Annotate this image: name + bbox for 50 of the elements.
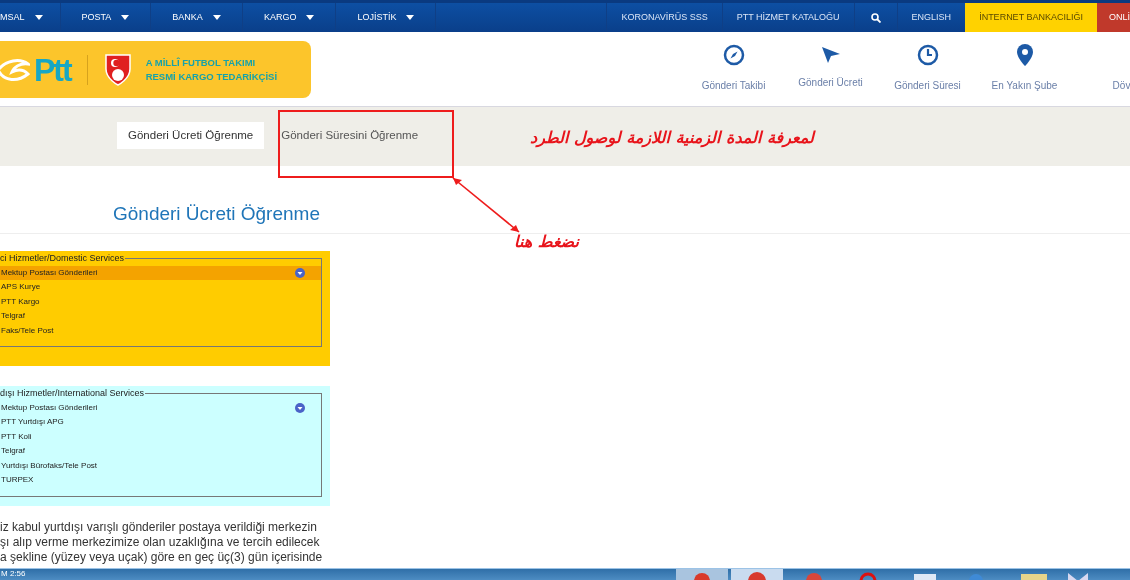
caret-icon — [121, 15, 130, 20]
service-option[interactable]: Telgraf — [0, 444, 321, 459]
service-option[interactable]: APS Kurye — [0, 280, 321, 295]
page-heading: Gönderi Ücreti Öğrenme — [113, 202, 321, 226]
shield-icon — [103, 52, 132, 87]
nav-menu[interactable]: MSAL — [0, 3, 61, 32]
clock-icon — [916, 44, 939, 66]
panel-legend: dışı Hizmetler/International Services — [0, 387, 146, 401]
service-option[interactable]: TURPEX — [0, 473, 321, 488]
caret-icon — [34, 15, 43, 20]
compass-icon — [722, 44, 745, 66]
service-option[interactable]: PTT Kargo — [0, 294, 321, 309]
map-pin-icon — [1016, 44, 1033, 66]
quick-link[interactable]: Gönderi Takibi — [685, 44, 782, 93]
ptt-logo: Ptt — [34, 50, 71, 90]
send-icon — [821, 47, 840, 63]
nav-link[interactable]: İNTERNET BANKACILIĞI — [965, 3, 1097, 32]
tab[interactable]: Gönderi Süresini Öğrenme — [270, 122, 430, 149]
caret-icon — [212, 15, 221, 20]
nav-link[interactable]: KORONAVİRÜS SSS — [606, 3, 722, 32]
service-option[interactable]: Yurtdışı Bürofaks/Tele Post — [0, 458, 321, 473]
nav-menu[interactable]: POSTA — [60, 3, 152, 32]
service-option[interactable]: PTT Yurtdışı APG — [0, 415, 321, 430]
search-icon — [870, 12, 881, 23]
dropdown-icon — [295, 267, 305, 278]
logo-tagline: RESMİ KARGO TEDARİKÇİSİ — [145, 69, 278, 84]
service-option[interactable]: PTT Koli — [0, 429, 321, 444]
annotation-text: لمعرفة المدة الزمنية اللازمة لوصول الطرد — [530, 127, 814, 150]
tab[interactable]: Gönderi Ücreti Öğrenme — [117, 122, 265, 149]
dropdown-icon — [295, 402, 305, 413]
service-option[interactable]: Mektup Postası Gönderileri — [0, 265, 321, 280]
taskbar-clock: M 2:56 — [1, 569, 26, 579]
logo-tagline: A MİLLÎ FUTBOL TAKIMI — [145, 55, 257, 70]
panel-legend: ci Hizmetler/Domestic Services — [0, 252, 126, 266]
nav-menu[interactable]: LOJİSTİK — [336, 3, 437, 32]
nav-link[interactable]: ONLİ — [1097, 3, 1130, 32]
nav-link[interactable]: PTT HİZMET KATALOĞU — [721, 3, 854, 32]
nav-menu[interactable]: KARGO — [242, 3, 337, 32]
quick-link[interactable]: Gönderi Ücreti — [782, 47, 879, 90]
service-option[interactable]: Telgraf — [0, 309, 321, 324]
info-paragraph: iz kabul yurtdışı varışlı gönderiler postaya verildiği merkezin şı alıp verme merkezimize olan uzaklığına ve tercih edilecek a şekline (yüzey veya uçak) göre en geç üç(3) gün içerisinde — [0, 520, 320, 565]
caret-icon — [306, 15, 315, 20]
quick-link[interactable]: Gönderi Süresi — [879, 44, 976, 93]
service-option[interactable]: Mektup Postası Gönderileri — [0, 400, 321, 415]
nav-menu[interactable]: BANKA — [151, 3, 243, 32]
quick-link[interactable]: En Yakın Şube — [976, 44, 1073, 93]
annotation-text: نضغط هنا — [514, 231, 579, 253]
caret-icon — [406, 15, 415, 20]
quick-link[interactable]: Döv — [1073, 44, 1130, 93]
service-option[interactable]: Faks/Tele Post — [0, 323, 321, 338]
